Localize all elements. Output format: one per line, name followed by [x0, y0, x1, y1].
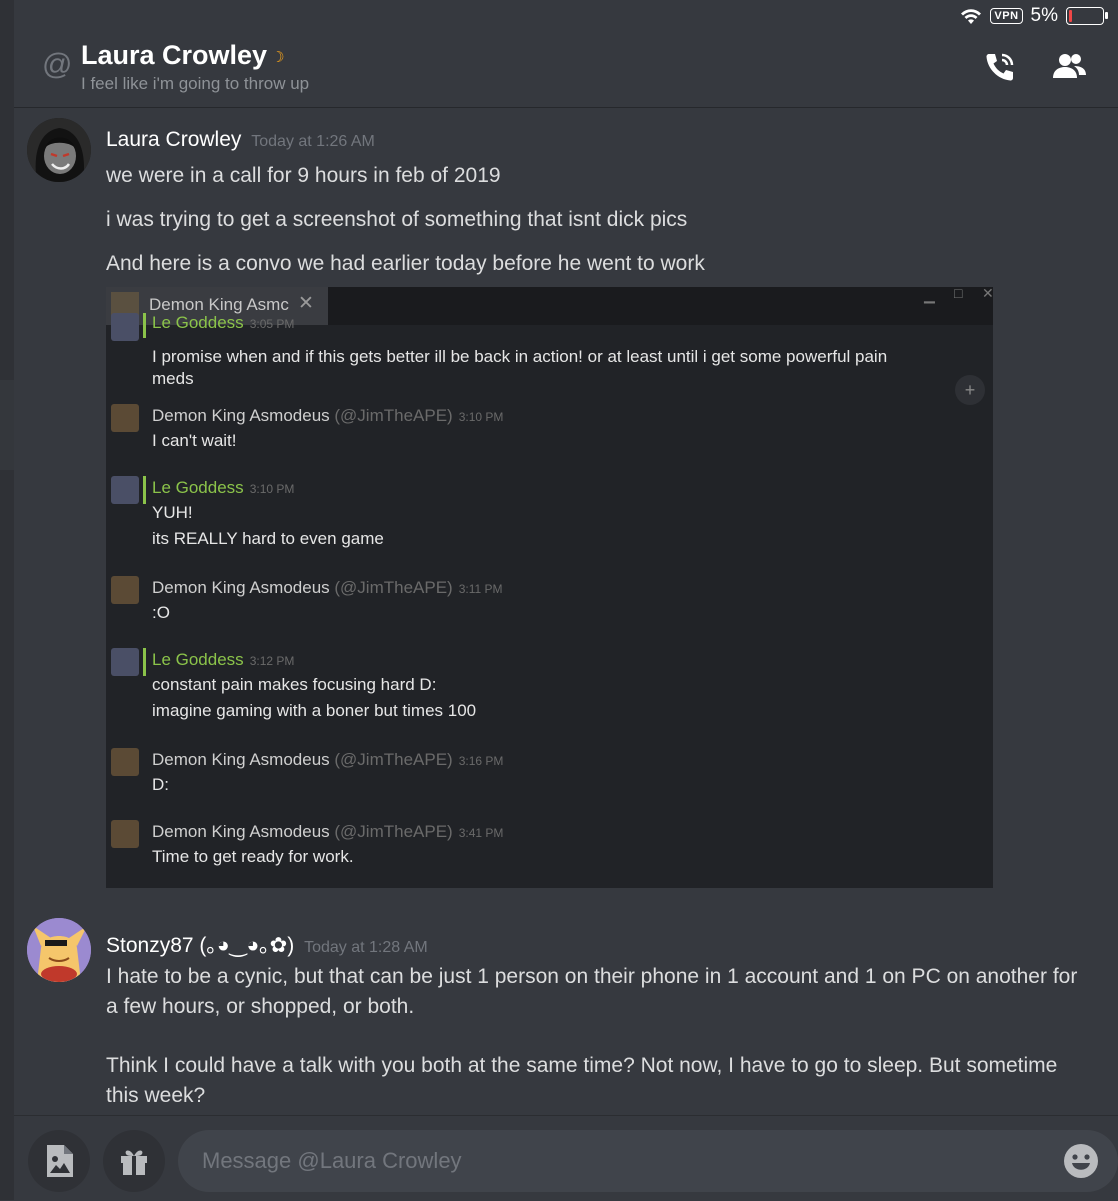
- embedded-author: Le Goddess 3:12 PM: [152, 650, 294, 670]
- embedded-author-name: Le Goddess: [152, 650, 244, 669]
- message-text: i was trying to get a screenshot of some…: [106, 208, 688, 231]
- minimize-icon: ▁: [924, 287, 935, 303]
- embedded-highlight-bar: [143, 476, 146, 504]
- moon-icon: ☽: [271, 48, 285, 66]
- embedded-tab-title: Demon King Asmc: [149, 295, 289, 314]
- custom-status: I feel like i'm going to throw up: [81, 74, 310, 93]
- message-author[interactable]: Stonzy87 (｡◕‿◕｡✿) Today at 1:28 AM: [106, 929, 428, 959]
- embedded-author-name: Le Goddess: [152, 478, 244, 497]
- embedded-avatar: [111, 404, 139, 432]
- gift-button[interactable]: [103, 1130, 165, 1192]
- embedded-author: Le Goddess 3:10 PM: [152, 478, 294, 498]
- embedded-highlight-bar: [143, 648, 146, 676]
- embedded-author-name: Demon King Asmodeus: [152, 406, 330, 425]
- close-icon: ✕: [298, 293, 314, 314]
- status-bar: VPN 5%: [960, 4, 1108, 28]
- members-icon: [1053, 54, 1086, 78]
- call-icon: [986, 53, 1014, 81]
- embedded-timestamp: 3:10 PM: [249, 482, 295, 496]
- image-attachment[interactable]: Demon King Asmc ✕ ▁ □ ✕ Le Goddess 3:05 P…: [106, 287, 993, 888]
- message-author[interactable]: Laura Crowley Today at 1:26 AM: [106, 128, 375, 152]
- embedded-handle: (@JimTheAPE): [334, 750, 453, 769]
- embedded-author: Demon King Asmodeus (@JimTheAPE) 3:41 PM: [152, 822, 503, 842]
- embedded-highlight-bar: [143, 313, 146, 338]
- embedded-message-text: its REALLY hard to even game: [152, 529, 384, 548]
- sidebar-scroll-mark: [0, 380, 14, 470]
- embedded-author: Demon King Asmodeus (@JimTheAPE) 3:16 PM: [152, 750, 503, 770]
- start-call-button[interactable]: [980, 47, 1020, 87]
- embedded-message-text: Time to get ready for work.: [152, 847, 354, 866]
- embedded-avatar: [111, 576, 139, 604]
- embedded-message-text: constant pain makes focusing hard D:: [152, 675, 437, 694]
- upload-button[interactable]: [28, 1130, 90, 1192]
- dm-user-name: Laura Crowley: [81, 40, 268, 70]
- embedded-handle: (@JimTheAPE): [334, 578, 453, 597]
- author-name: Stonzy87 (｡◕‿◕｡✿): [106, 934, 295, 957]
- dm-title[interactable]: Laura Crowley ☽: [81, 40, 285, 71]
- embedded-timestamp: 3:05 PM: [249, 317, 295, 331]
- message-text: we were in a call for 9 hours in feb of …: [106, 164, 501, 187]
- embedded-author: Demon King Asmodeus (@JimTheAPE) 3:10 PM: [152, 406, 503, 426]
- members-button[interactable]: [1050, 47, 1090, 87]
- embedded-timestamp: 3:12 PM: [249, 654, 295, 668]
- maximize-icon: □: [954, 287, 963, 301]
- embedded-avatar: [111, 476, 139, 504]
- embedded-chat-log: Le Goddess 3:05 PM I promise when and if …: [106, 313, 993, 888]
- embedded-message-text: YUH!: [152, 503, 193, 522]
- battery-percent: 5%: [1030, 5, 1058, 26]
- message-composer: [14, 1115, 1118, 1201]
- message-text: Think I could have a talk with you both …: [106, 1054, 1058, 1107]
- embedded-handle: (@JimTheAPE): [334, 822, 453, 841]
- embedded-avatar: [111, 820, 139, 848]
- message-text: I hate to be a cynic, but that can be ju…: [106, 965, 1078, 1018]
- embedded-timestamp: 3:11 PM: [458, 582, 503, 596]
- embedded-timestamp: 3:10 PM: [458, 410, 504, 424]
- add-friend-icon: +: [955, 375, 985, 405]
- embedded-message-text: imagine gaming with a boner but times 10…: [152, 701, 477, 720]
- author-name: Laura Crowley: [106, 128, 242, 151]
- embedded-message-text: meds: [152, 369, 194, 388]
- embedded-timestamp: 3:41 PM: [458, 826, 504, 840]
- embedded-author: Demon King Asmodeus (@JimTheAPE) 3:11 PM: [152, 578, 503, 598]
- embedded-avatar: [111, 748, 139, 776]
- emoji-icon[interactable]: [1062, 1142, 1100, 1180]
- gift-icon: [121, 1150, 147, 1175]
- avatar-image: [27, 118, 91, 182]
- avatar[interactable]: [27, 118, 91, 182]
- embedded-author-name: Demon King Asmodeus: [152, 750, 330, 769]
- embedded-avatar: [111, 313, 139, 341]
- message-timestamp: Today at 1:26 AM: [251, 133, 375, 150]
- message-input[interactable]: [178, 1130, 1118, 1192]
- embedded-avatar: [111, 648, 139, 676]
- dm-header: @ Laura Crowley ☽ I feel like i'm going t…: [14, 30, 1118, 108]
- embedded-message-text: I can't wait!: [152, 431, 237, 450]
- embedded-author-name: Demon King Asmodeus: [152, 822, 330, 841]
- avatar-image: [27, 918, 91, 982]
- server-sidebar-edge: [0, 0, 14, 1200]
- embedded-message-text: I promise when and if this gets better i…: [152, 347, 888, 366]
- battery-icon: [1066, 7, 1108, 25]
- vpn-badge: VPN: [990, 8, 1023, 24]
- embedded-author-name: Le Goddess: [152, 313, 244, 332]
- message-text: And here is a convo we had earlier today…: [106, 252, 705, 275]
- close-icon: ✕: [982, 287, 993, 301]
- embedded-timestamp: 3:16 PM: [458, 754, 504, 768]
- image-upload-icon: [47, 1145, 73, 1177]
- embedded-message-text: :O: [152, 603, 170, 622]
- embedded-author: Le Goddess 3:05 PM: [152, 313, 294, 333]
- embedded-author-name: Demon King Asmodeus: [152, 578, 330, 597]
- embedded-handle: (@JimTheAPE): [334, 406, 453, 425]
- wifi-icon: [961, 8, 982, 24]
- message-timestamp: Today at 1:28 AM: [304, 939, 428, 956]
- at-icon: @: [42, 48, 73, 81]
- embedded-message-text: D:: [152, 775, 169, 794]
- avatar[interactable]: [27, 918, 91, 982]
